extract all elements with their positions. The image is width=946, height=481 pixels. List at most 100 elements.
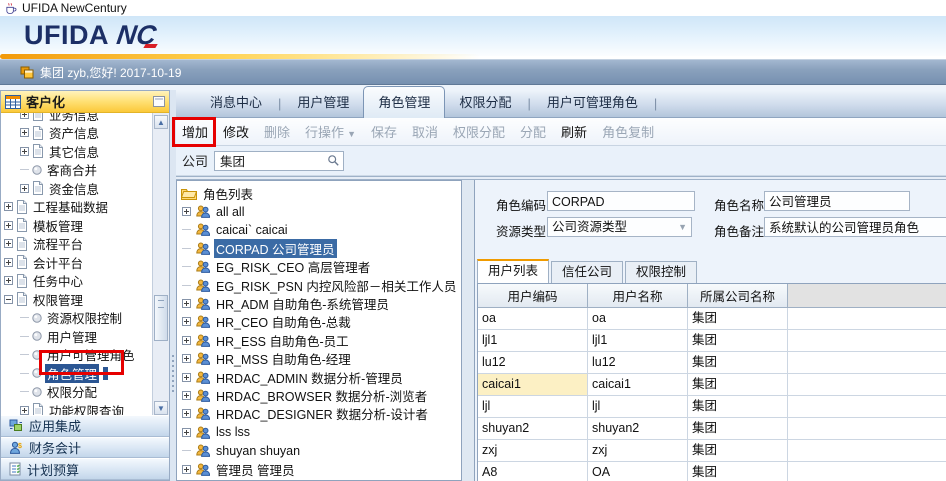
toolbar-button[interactable]: 保存 — [371, 122, 397, 141]
table-cell[interactable]: ljl — [588, 396, 688, 417]
resource-type-dropdown[interactable]: 公司资源类型 ▼ — [547, 217, 692, 237]
table-cell[interactable]: 集团 — [688, 330, 788, 351]
detail-tab-item[interactable]: 权限控制 — [625, 261, 698, 283]
table-cell[interactable]: oa — [478, 308, 588, 329]
role-tree-item[interactable]: HR_MSS 自助角色-经理 — [177, 350, 461, 368]
detail-tab-item[interactable]: 信任公司 — [551, 261, 624, 283]
table-cell[interactable]: 集团 — [688, 418, 788, 439]
detail-tab-active[interactable]: 用户列表 — [477, 259, 550, 283]
table-row[interactable]: oa oa 集团 — [478, 308, 946, 330]
role-tree-item[interactable]: lss lss — [177, 423, 461, 441]
sidebar-accordion-finance[interactable]: $ 财务会计 — [1, 436, 169, 459]
sidebar-tree-item[interactable]: 资金信息 — [1, 179, 169, 198]
table-cell[interactable]: A8 — [478, 462, 588, 481]
table-cell[interactable]: lu12 — [588, 352, 688, 373]
table-row[interactable]: A8 OA 集团 — [478, 462, 946, 481]
role-tree-item[interactable]: 管理员 管理员 — [177, 460, 461, 478]
table-cell[interactable]: shuyan2 — [588, 418, 688, 439]
toolbar-button[interactable]: 修改 — [223, 122, 249, 141]
search-icon[interactable] — [327, 154, 340, 167]
sidebar-scrollbar[interactable]: ▲ ▼ — [152, 113, 169, 417]
tab-item[interactable]: 用户可管理角色 — [533, 87, 652, 117]
toolbar-button[interactable]: 角色复制 — [602, 122, 654, 141]
company-filter-input[interactable]: 集团 — [214, 150, 345, 171]
tab-item[interactable]: 用户管理 — [283, 87, 363, 117]
table-cell[interactable]: ljl — [478, 396, 588, 417]
collapse-panel-icon[interactable] — [153, 96, 165, 107]
toolbar-button[interactable]: 取消 — [412, 122, 438, 141]
table-cell[interactable]: caicai1 — [478, 374, 588, 395]
table-cell[interactable]: oa — [588, 308, 688, 329]
table-column-header[interactable]: 所属公司名称 — [688, 284, 788, 307]
role-tree-item[interactable]: HRDAC_BROWSER 数据分析-浏览者 — [177, 386, 461, 404]
role-note-field[interactable]: 系统默认的公司管理员角色 — [764, 217, 946, 237]
sidebar-tree-item[interactable]: 资产信息 — [1, 124, 169, 143]
sidebar-accordion-budget[interactable]: 计划预算 — [1, 458, 169, 481]
table-row[interactable]: shuyan2 shuyan2 集团 — [478, 418, 946, 440]
sidebar-tree-item[interactable]: 资源权限控制 — [1, 309, 169, 328]
table-cell[interactable]: 集团 — [688, 374, 788, 395]
role-tree-item[interactable]: all all — [177, 202, 461, 220]
sidebar-tree-item[interactable]: 模板管理 — [1, 216, 169, 235]
role-tree-root-label: 角色列表 — [203, 187, 254, 202]
table-row[interactable]: zxj zxj 集团 — [478, 440, 946, 462]
sidebar-tree-item[interactable]: 业务信息 — [1, 113, 169, 124]
tab-active[interactable]: 角色管理 — [363, 86, 446, 118]
role-tree-root[interactable]: 角色列表 — [177, 184, 461, 202]
table-cell[interactable]: caicai1 — [588, 374, 688, 395]
table-row[interactable]: caicai1 caicai1 集团 — [478, 374, 946, 396]
table-cell[interactable]: zxj — [588, 440, 688, 461]
toolbar-button[interactable]: 权限分配 — [453, 122, 505, 141]
table-row[interactable]: ljl ljl 集团 — [478, 396, 946, 418]
table-cell[interactable]: shuyan2 — [478, 418, 588, 439]
sidebar-tree-item[interactable]: 其它信息 — [1, 142, 169, 161]
table-row[interactable]: ljl1 ljl1 集团 — [478, 330, 946, 352]
role-tree-item[interactable]: HR_ESS 自助角色-员工 — [177, 331, 461, 349]
tab-item[interactable]: 权限分配 — [445, 87, 525, 117]
role-tree-item[interactable]: EG_RISK_PSN 内控风险部－相关工作人员 — [177, 276, 461, 294]
table-cell[interactable]: lu12 — [478, 352, 588, 373]
tab-item[interactable]: 消息中心 — [196, 87, 276, 117]
sidebar-tree-item[interactable]: 流程平台 — [1, 235, 169, 254]
role-tree-item[interactable]: HRDAC_ADMIN 数据分析-管理员 — [177, 368, 461, 386]
table-cell[interactable]: ljl1 — [478, 330, 588, 351]
toolbar-button[interactable]: 行操作 ▼ — [305, 122, 356, 141]
table-cell[interactable]: zxj — [478, 440, 588, 461]
scrollbar-thumb[interactable] — [154, 295, 168, 341]
table-column-header[interactable]: 用户编码 — [478, 284, 588, 307]
toolbar-button[interactable]: 删除 — [264, 122, 290, 141]
role-tree-item[interactable]: CORPAD 公司管理员 — [177, 238, 461, 258]
sidebar-tree-item[interactable]: 用户管理 — [1, 327, 169, 346]
table-cell[interactable]: 集团 — [688, 462, 788, 481]
sidebar-tree-item[interactable]: 会计平台 — [1, 253, 169, 272]
toolbar-button[interactable]: 刷新 — [561, 122, 587, 141]
role-code-field[interactable]: CORPAD — [547, 191, 695, 211]
role-name-field[interactable]: 公司管理员 — [764, 191, 910, 211]
sidebar-accordion-app-integration[interactable]: 应用集成 — [1, 415, 169, 437]
scroll-up-icon[interactable]: ▲ — [154, 115, 168, 129]
sidebar-tree-item[interactable]: 权限管理 — [1, 290, 169, 309]
sidebar-tree-item[interactable]: 任务中心 — [1, 272, 169, 291]
table-cell[interactable]: ljl1 — [588, 330, 688, 351]
sidebar-tree-item[interactable]: 角色管理 — [1, 363, 169, 383]
role-tree-item[interactable]: caicai` caicai — [177, 221, 461, 239]
sidebar-tree-item[interactable]: 权限分配 — [1, 383, 169, 402]
sidebar-tree-item[interactable]: 工程基础数据 — [1, 198, 169, 217]
table-cell[interactable]: OA — [588, 462, 688, 481]
role-tree-item[interactable]: shuyan shuyan — [177, 441, 461, 459]
role-tree-item[interactable]: EG_RISK_CEO 高层管理者 — [177, 258, 461, 276]
table-cell[interactable]: 集团 — [688, 352, 788, 373]
table-column-header[interactable]: 用户名称 — [588, 284, 688, 307]
sidebar-tree-item[interactable]: 用户可管理角色 — [1, 346, 169, 365]
scroll-down-icon[interactable]: ▼ — [154, 401, 168, 415]
role-tree-item[interactable]: HR_ADM 自助角色-系统管理员 — [177, 294, 461, 312]
table-cell[interactable]: 集团 — [688, 396, 788, 417]
sidebar-tree-item[interactable]: 客商合并 — [1, 161, 169, 180]
toolbar-button[interactable]: 分配 — [520, 122, 546, 141]
role-tree-item[interactable]: HR_CEO 自助角色-总裁 — [177, 313, 461, 331]
table-row[interactable]: lu12 lu12 集团 — [478, 352, 946, 374]
table-cell[interactable]: 集团 — [688, 308, 788, 329]
table-cell[interactable]: 集团 — [688, 440, 788, 461]
role-tree-item[interactable]: HRDAC_DESIGNER 数据分析-设计者 — [177, 405, 461, 423]
toolbar-button[interactable]: 增加 — [182, 122, 208, 141]
